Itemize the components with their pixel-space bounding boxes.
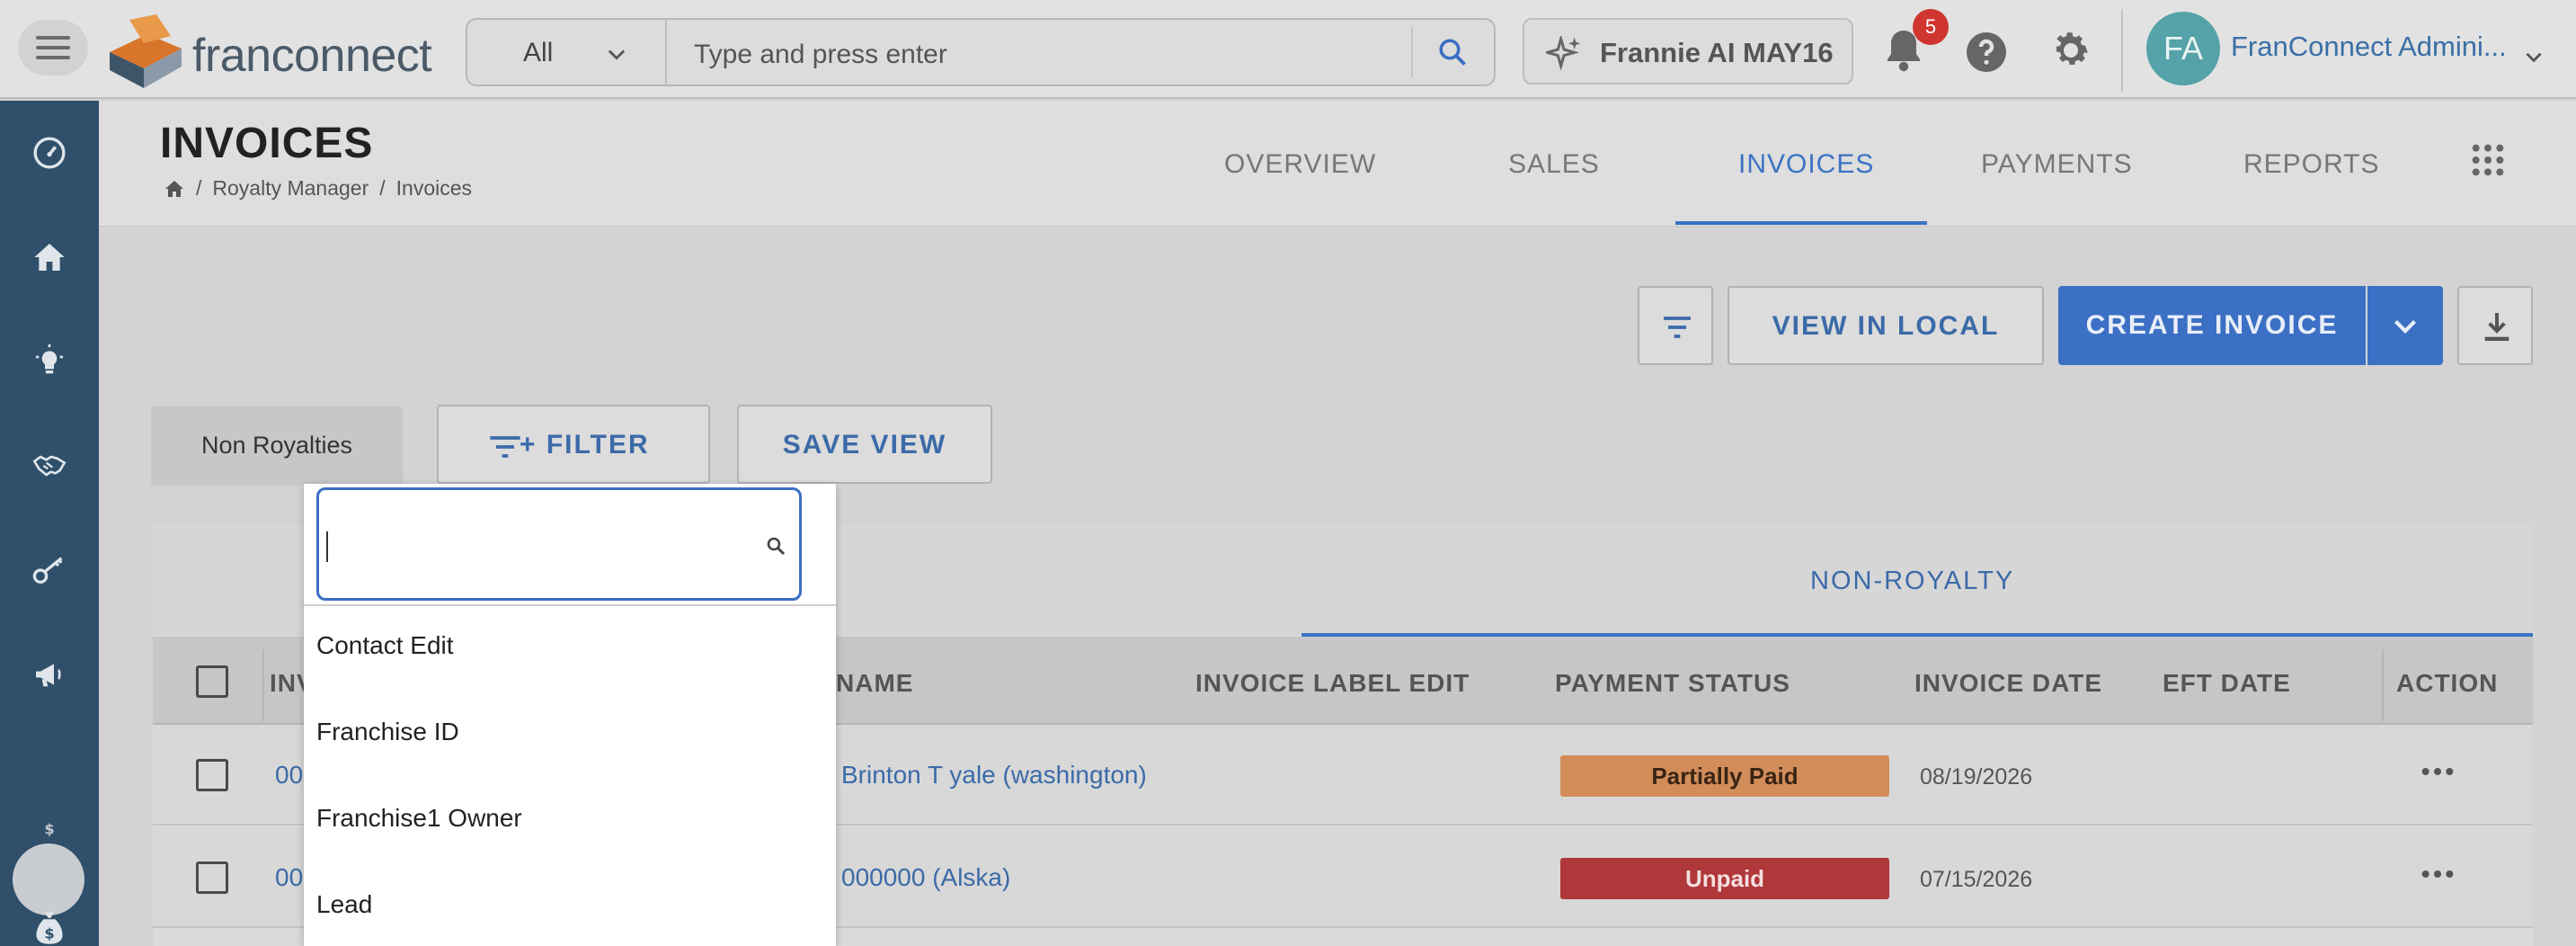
global-search: All Type and press enter <box>466 18 1496 86</box>
column-header-invoice-label[interactable]: INVOICE LABEL EDIT <box>1195 669 1470 698</box>
column-header-payment-status[interactable]: PAYMENT STATUS <box>1555 669 1790 698</box>
handshake-icon[interactable] <box>0 421 99 511</box>
active-tab-indicator <box>1675 221 1927 225</box>
tab-invoices[interactable]: INVOICES <box>1738 149 1874 180</box>
column-header-name[interactable]: NAME <box>836 669 913 698</box>
column-separator <box>2382 649 2384 721</box>
create-invoice-button[interactable]: CREATE INVOICE <box>2058 286 2366 365</box>
chevron-down-icon[interactable] <box>2522 45 2545 68</box>
sparkle-icon <box>1546 36 1581 71</box>
lightbulb-icon[interactable] <box>0 317 99 406</box>
megaphone-icon[interactable] <box>0 629 99 719</box>
column-header-eft-date[interactable]: EFT DATE <box>2163 669 2291 698</box>
filter-field-dropdown: Contact Edit Franchise ID Franchise1 Own… <box>304 484 836 946</box>
download-button[interactable] <box>2457 286 2533 365</box>
text-caret <box>326 531 328 562</box>
sidebar: $ $ <box>0 101 99 946</box>
franchise-name-link[interactable]: 000000 (Alska) <box>841 863 1010 892</box>
avatar[interactable]: FA <box>2146 12 2220 85</box>
key-icon[interactable] <box>0 525 99 615</box>
breadcrumb: / Royalty Manager / Invoices <box>164 176 472 201</box>
svg-text:$: $ <box>44 820 54 837</box>
search-input[interactable]: Type and press enter <box>694 40 947 70</box>
save-view-label: SAVE VIEW <box>782 430 947 460</box>
chevron-down-icon <box>608 49 626 60</box>
filter-toggle-button[interactable] <box>1638 286 1713 365</box>
menu-icon[interactable] <box>18 20 88 76</box>
frannie-ai-button[interactable]: Frannie AI MAY16 <box>1523 18 1853 85</box>
dropdown-option[interactable]: Franchise ID <box>316 718 459 746</box>
home-icon[interactable] <box>164 178 185 200</box>
invoice-number-link[interactable]: 00 <box>275 761 303 790</box>
add-filter-button[interactable]: + FILTER <box>437 405 710 484</box>
apps-grid-icon[interactable] <box>2470 142 2506 178</box>
dropdown-option[interactable]: Contact Edit <box>316 631 454 660</box>
frannie-ai-label: Frannie AI MAY16 <box>1600 37 1834 68</box>
franchise-name-link[interactable]: Brinton T yale (washington) <box>841 761 1147 790</box>
dropdown-divider <box>304 604 836 606</box>
filter-icon <box>1664 317 1691 338</box>
svg-text:$: $ <box>44 924 54 942</box>
invoice-date: 08/19/2026 <box>1920 764 2033 790</box>
breadcrumb-invoices: Invoices <box>395 176 473 200</box>
add-filter-label: + FILTER <box>520 430 650 460</box>
search-icon[interactable] <box>1436 36 1469 68</box>
dashboard-icon[interactable] <box>0 108 99 198</box>
create-invoice-dropdown-button[interactable] <box>2367 286 2443 365</box>
page-header: INVOICES / Royalty Manager / Invoices OV… <box>99 101 2576 227</box>
chevron-down-icon <box>2394 320 2416 334</box>
download-icon <box>2484 313 2509 341</box>
search-scope-select[interactable]: All <box>467 20 667 85</box>
tab-reports[interactable]: REPORTS <box>2243 149 2379 180</box>
help-icon[interactable] <box>1965 31 2008 74</box>
status-badge: Partially Paid <box>1560 755 1889 797</box>
money-bag-icon[interactable]: $ <box>0 883 99 946</box>
search-icon <box>767 537 786 556</box>
status-badge: Unpaid <box>1560 858 1889 899</box>
more-actions-icon[interactable] <box>2420 867 2456 881</box>
invoice-date: 07/15/2026 <box>1920 867 2033 892</box>
franconnect-logo[interactable]: franconnect <box>104 13 432 88</box>
row-checkbox[interactable] <box>196 861 228 894</box>
more-actions-icon[interactable] <box>2420 764 2456 779</box>
view-in-local-label: VIEW IN LOCAL <box>1772 311 2000 341</box>
user-name[interactable]: FranConnect Admini... <box>2231 31 2507 63</box>
notification-badge: 5 <box>1913 9 1949 45</box>
logo-text: franconnect <box>192 30 432 82</box>
royalty-bag-icon[interactable]: $ <box>0 779 99 869</box>
breadcrumb-separator: / <box>379 176 386 200</box>
column-separator <box>262 649 264 721</box>
top-bar: franconnect All Type and press enter Fra… <box>0 0 2576 99</box>
create-invoice-label: CREATE INVOICE <box>2085 310 2339 340</box>
tab-overview[interactable]: OVERVIEW <box>1224 149 1376 180</box>
view-chip-non-royalties[interactable]: Non Royalties <box>151 406 403 486</box>
tab-payments[interactable]: PAYMENTS <box>1981 149 2133 180</box>
user-divider <box>2121 9 2123 92</box>
breadcrumb-royalty-manager[interactable]: Royalty Manager <box>212 176 369 201</box>
search-divider <box>1411 27 1413 77</box>
column-header-action: ACTION <box>2396 669 2499 697</box>
tab-sales[interactable]: SALES <box>1508 149 1600 180</box>
view-in-local-button[interactable]: VIEW IN LOCAL <box>1728 286 2044 365</box>
view-chip-label: Non Royalties <box>200 432 353 459</box>
filter-icon <box>490 436 520 458</box>
row-checkbox[interactable] <box>196 759 228 791</box>
filter-field-search[interactable] <box>316 487 802 601</box>
save-view-button[interactable]: SAVE VIEW <box>737 405 992 484</box>
dropdown-option[interactable]: Franchise1 Owner <box>316 804 522 833</box>
page-title: INVOICES <box>160 120 374 167</box>
breadcrumb-separator: / <box>196 176 202 200</box>
column-header-invoice-date[interactable]: INVOICE DATE <box>1914 669 2102 698</box>
select-all-checkbox[interactable] <box>196 665 228 698</box>
invoice-number-link[interactable]: 00 <box>275 863 303 892</box>
gear-icon[interactable] <box>2049 29 2092 72</box>
search-scope-label: All <box>523 38 554 67</box>
dropdown-option[interactable]: Lead <box>316 890 372 919</box>
home-icon[interactable] <box>0 212 99 302</box>
tab-non-royalty[interactable]: NON-ROYALTY <box>1810 567 2014 596</box>
